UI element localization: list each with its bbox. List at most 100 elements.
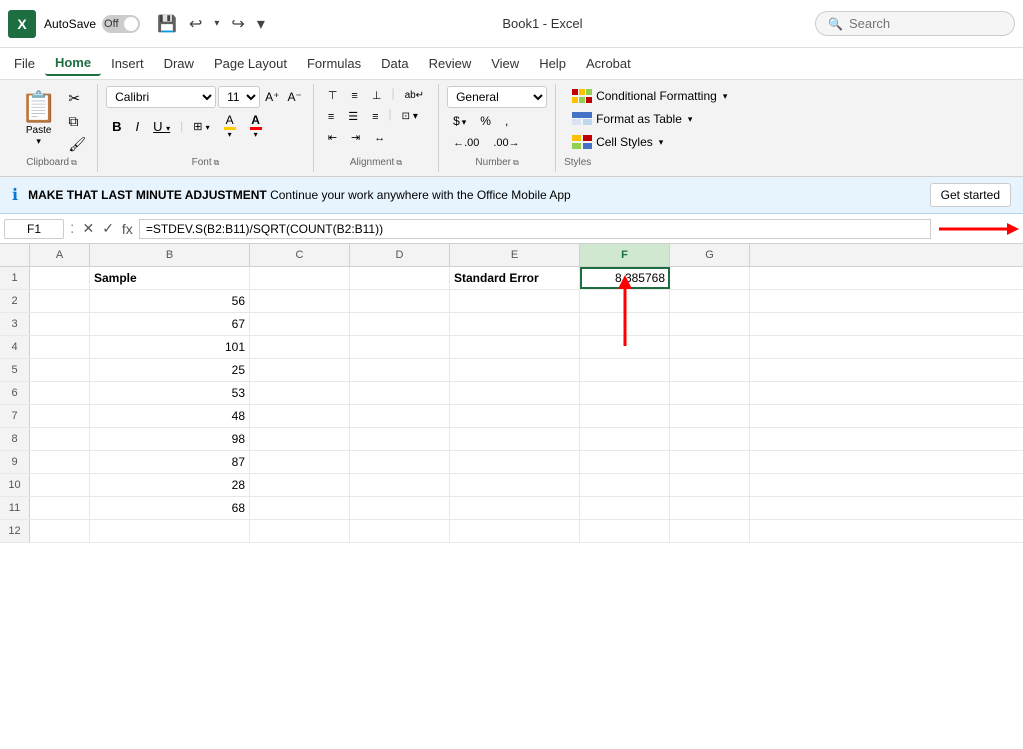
more-commands-icon[interactable]: ▾ [252, 10, 270, 38]
align-bottom-button[interactable]: ⊥ [366, 86, 388, 105]
row-num-9[interactable]: 9 [0, 451, 30, 473]
cell-g6[interactable] [670, 382, 750, 404]
cell-c1[interactable] [250, 267, 350, 289]
cell-f4[interactable] [580, 336, 670, 358]
cell-e2[interactable] [450, 290, 580, 312]
cell-styles-button[interactable]: Cell Styles ▾ [564, 132, 735, 152]
menu-file[interactable]: File [4, 52, 45, 75]
bold-button[interactable]: B [106, 116, 127, 137]
cell-e9[interactable] [450, 451, 580, 473]
cell-f1[interactable]: 8.385768 [580, 267, 670, 289]
cell-c12[interactable] [250, 520, 350, 542]
cell-e7[interactable] [450, 405, 580, 427]
col-header-c[interactable]: C [250, 244, 350, 266]
menu-page-layout[interactable]: Page Layout [204, 52, 297, 75]
font-color-button[interactable]: A ▾ [244, 110, 268, 142]
cell-f5[interactable] [580, 359, 670, 381]
comma-button[interactable]: , [499, 111, 514, 131]
cell-c10[interactable] [250, 474, 350, 496]
increase-decimal-button[interactable]: .00→ [487, 134, 525, 152]
cell-c9[interactable] [250, 451, 350, 473]
cell-b5[interactable]: 25 [90, 359, 250, 381]
cell-f10[interactable] [580, 474, 670, 496]
cell-f2[interactable] [580, 290, 670, 312]
menu-insert[interactable]: Insert [101, 52, 154, 75]
save-icon[interactable]: 💾 [152, 10, 182, 38]
cell-c5[interactable] [250, 359, 350, 381]
col-header-g[interactable]: G [670, 244, 750, 266]
align-right-button[interactable]: ≡ [366, 107, 384, 126]
row-num-4[interactable]: 4 [0, 336, 30, 358]
cell-e10[interactable] [450, 474, 580, 496]
menu-draw[interactable]: Draw [154, 52, 204, 75]
cell-b4[interactable]: 101 [90, 336, 250, 358]
border-button[interactable]: ⊞ ▾ [187, 117, 215, 136]
cell-b8[interactable]: 98 [90, 428, 250, 450]
cut-icon[interactable]: ✂ [65, 88, 89, 109]
cell-f3[interactable] [580, 313, 670, 335]
cell-d3[interactable] [350, 313, 450, 335]
cell-reference-box[interactable] [4, 219, 64, 239]
cell-g9[interactable] [670, 451, 750, 473]
cell-g7[interactable] [670, 405, 750, 427]
increase-indent-button[interactable]: ⇥ [345, 128, 366, 147]
decrease-indent-button[interactable]: ⇤ [322, 128, 343, 147]
cell-b6[interactable]: 53 [90, 382, 250, 404]
cell-d7[interactable] [350, 405, 450, 427]
cell-g1[interactable] [670, 267, 750, 289]
accounting-format-button[interactable]: $▾ [447, 111, 472, 131]
row-num-12[interactable]: 12 [0, 520, 30, 542]
col-header-a[interactable]: A [30, 244, 90, 266]
cell-d2[interactable] [350, 290, 450, 312]
row-num-10[interactable]: 10 [0, 474, 30, 496]
fill-color-button[interactable]: A ▾ [218, 110, 242, 142]
alignment-expand-icon[interactable]: ⧉ [396, 158, 402, 168]
decrease-decimal-button[interactable]: ←.00 [447, 134, 485, 152]
align-center-button[interactable]: ☰ [342, 107, 364, 126]
cell-d12[interactable] [350, 520, 450, 542]
cell-a1[interactable] [30, 267, 90, 289]
cell-b10[interactable]: 28 [90, 474, 250, 496]
formula-input[interactable] [139, 219, 931, 239]
cell-c11[interactable] [250, 497, 350, 519]
format-as-table-button[interactable]: Format as Table ▾ [564, 109, 735, 129]
cell-e1[interactable]: Standard Error [450, 267, 580, 289]
cell-e4[interactable] [450, 336, 580, 358]
menu-help[interactable]: Help [529, 52, 576, 75]
cell-f7[interactable] [580, 405, 670, 427]
cell-d4[interactable] [350, 336, 450, 358]
cell-c7[interactable] [250, 405, 350, 427]
menu-data[interactable]: Data [371, 52, 418, 75]
redo-icon[interactable]: ↪ [226, 10, 249, 38]
font-expand-icon[interactable]: ⧉ [214, 158, 220, 168]
align-top-button[interactable]: ⊤ [322, 86, 344, 105]
cell-a4[interactable] [30, 336, 90, 358]
format-painter-icon[interactable]: 🖌 [65, 134, 89, 155]
cell-f11[interactable] [580, 497, 670, 519]
wrap-text-button[interactable]: ab↵ [399, 86, 431, 105]
insert-function-icon[interactable]: fx [120, 219, 135, 239]
number-expand-icon[interactable]: ⧉ [513, 158, 519, 168]
cell-a11[interactable] [30, 497, 90, 519]
cell-a3[interactable] [30, 313, 90, 335]
get-started-button[interactable]: Get started [930, 183, 1011, 207]
row-num-2[interactable]: 2 [0, 290, 30, 312]
menu-view[interactable]: View [481, 52, 529, 75]
align-middle-button[interactable]: ≡ [345, 86, 363, 105]
underline-button[interactable]: U ▾ [147, 116, 176, 137]
row-num-6[interactable]: 6 [0, 382, 30, 404]
cell-d10[interactable] [350, 474, 450, 496]
menu-home[interactable]: Home [45, 51, 101, 76]
cell-b11[interactable]: 68 [90, 497, 250, 519]
conditional-formatting-button[interactable]: Conditional Formatting ▾ [564, 86, 735, 106]
copy-icon[interactable]: ⧉ [65, 111, 89, 132]
cell-e6[interactable] [450, 382, 580, 404]
col-header-b[interactable]: B [90, 244, 250, 266]
undo-icon[interactable]: ↩ [184, 10, 207, 38]
cell-d1[interactable] [350, 267, 450, 289]
align-left-button[interactable]: ≡ [322, 107, 340, 126]
number-format-select[interactable]: General [447, 86, 547, 108]
cell-g8[interactable] [670, 428, 750, 450]
cell-g2[interactable] [670, 290, 750, 312]
paste-button[interactable]: 📋 Paste ▾ [14, 86, 63, 155]
